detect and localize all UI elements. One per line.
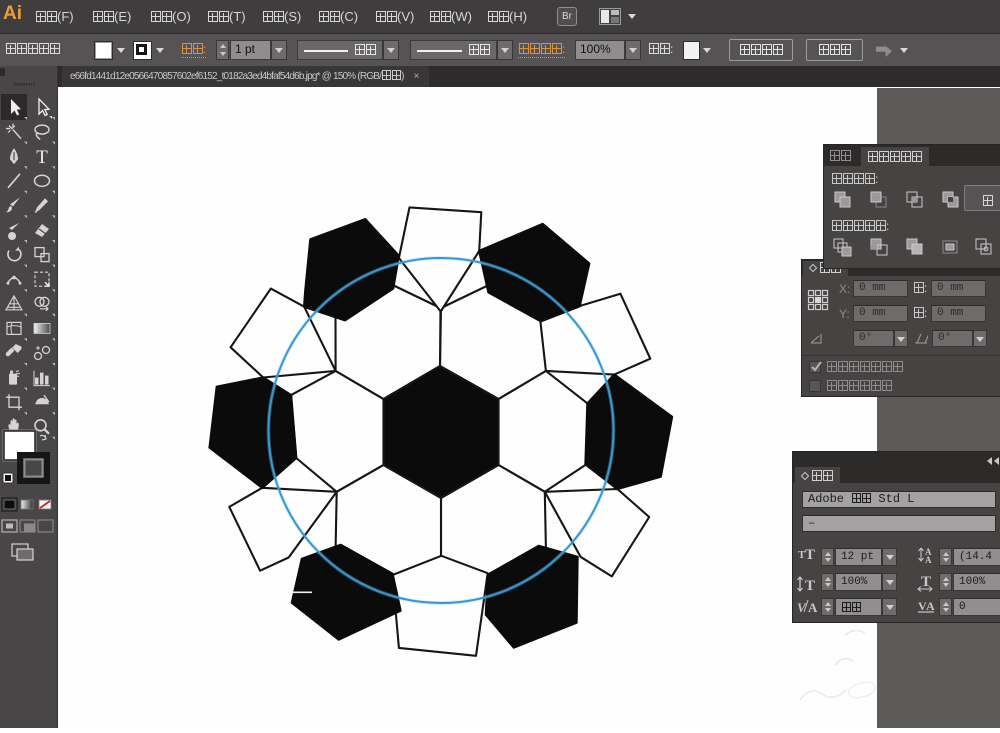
svg-text:T: T bbox=[805, 547, 815, 563]
svg-text:T: T bbox=[921, 574, 931, 590]
svg-text:A: A bbox=[925, 555, 932, 565]
svg-text:A: A bbox=[808, 600, 818, 615]
svg-text:A: A bbox=[926, 599, 935, 613]
svg-text:T: T bbox=[805, 578, 815, 594]
